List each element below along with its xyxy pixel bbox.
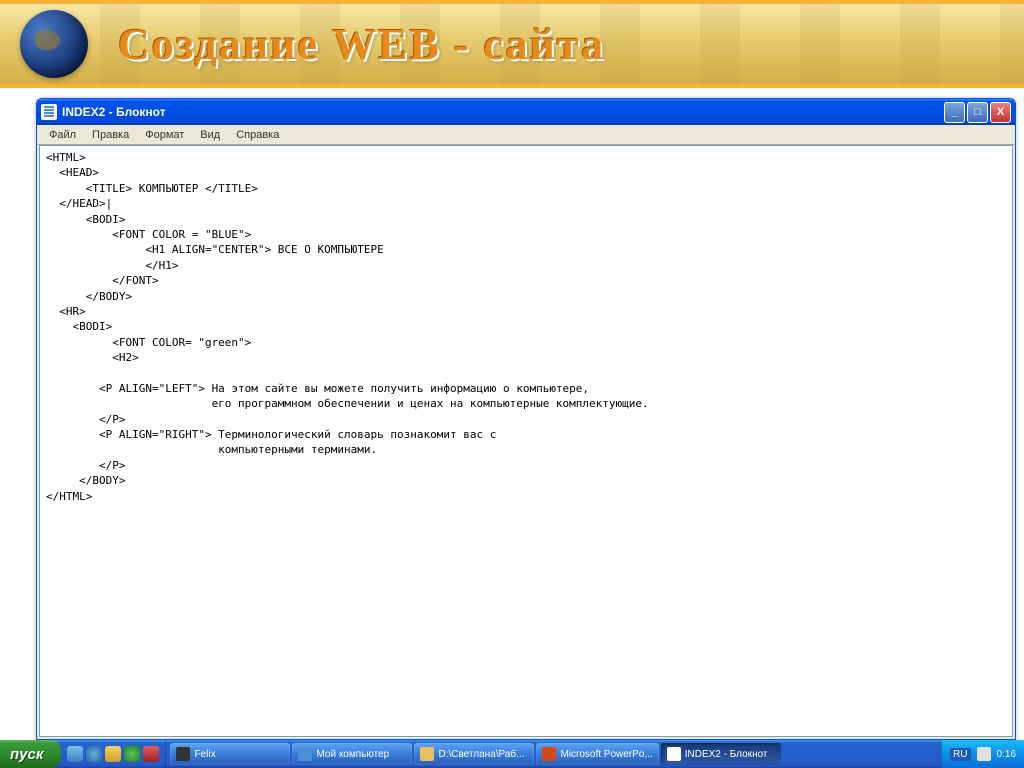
menu-view[interactable]: Вид (192, 127, 228, 143)
powerpoint-icon (542, 747, 556, 761)
task-label: D:\Светлана\Раб... (438, 749, 524, 760)
notepad-window: INDEX2 - Блокнот _ □ X Файл Правка Форма… (36, 98, 1016, 740)
task-my-computer[interactable]: Мой компьютер (292, 743, 412, 765)
window-controls: _ □ X (944, 102, 1011, 123)
start-button[interactable]: пуск (0, 740, 61, 768)
task-label: INDEX2 - Блокнот (685, 749, 768, 760)
minimize-button[interactable]: _ (944, 102, 965, 123)
ql-desktop-icon[interactable] (67, 746, 83, 762)
task-label: Мой компьютер (316, 749, 389, 760)
folder-icon (420, 747, 434, 761)
text-editor-content[interactable]: <HTML> <HEAD> <TITLE> КОМПЬЮТЕР </TITLE>… (39, 145, 1013, 737)
ql-mail-icon[interactable] (105, 746, 121, 762)
menu-edit[interactable]: Правка (84, 127, 137, 143)
taskbar-items: Felix Мой компьютер D:\Светлана\Раб... M… (166, 740, 941, 768)
menubar: Файл Правка Формат Вид Справка (37, 125, 1015, 145)
quick-launch (61, 740, 166, 768)
notepad-task-icon (667, 747, 681, 761)
language-indicator[interactable]: RU (950, 748, 970, 761)
task-label: Microsoft PowerPo... (560, 749, 652, 760)
presentation-banner: Создание WEB - сайта (0, 0, 1024, 88)
menu-file[interactable]: Файл (41, 127, 84, 143)
app-icon (176, 747, 190, 761)
window-titlebar[interactable]: INDEX2 - Блокнот _ □ X (37, 99, 1015, 125)
menu-format[interactable]: Формат (137, 127, 192, 143)
tray-icon-1[interactable] (977, 747, 991, 761)
banner-title: Создание WEB - сайта (118, 19, 605, 70)
system-tray: RU 0:16 (941, 740, 1024, 768)
menu-help[interactable]: Справка (228, 127, 287, 143)
start-label: пуск (10, 746, 43, 763)
maximize-button[interactable]: □ (967, 102, 988, 123)
task-powerpoint[interactable]: Microsoft PowerPo... (536, 743, 658, 765)
task-notepad[interactable]: INDEX2 - Блокнот (661, 743, 781, 765)
task-folder[interactable]: D:\Светлана\Раб... (414, 743, 534, 765)
task-label: Felix (194, 749, 215, 760)
windows-taskbar: пуск Felix Мой компьютер D:\Светлана\Раб… (0, 740, 1024, 768)
notepad-icon (41, 104, 57, 120)
ql-app-icon[interactable] (143, 746, 159, 762)
computer-icon (298, 747, 312, 761)
window-title: INDEX2 - Блокнот (62, 105, 944, 119)
close-button[interactable]: X (990, 102, 1011, 123)
task-felix[interactable]: Felix (170, 743, 290, 765)
globe-icon (20, 10, 88, 78)
ql-browser-icon[interactable] (86, 746, 102, 762)
taskbar-clock[interactable]: 0:16 (997, 749, 1016, 760)
ql-media-icon[interactable] (124, 746, 140, 762)
